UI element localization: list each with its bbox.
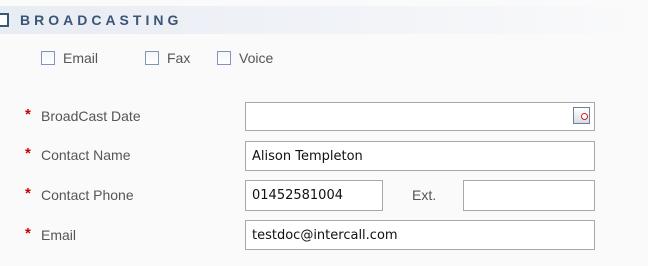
contact-name-input[interactable]: Alison Templeton xyxy=(245,141,595,171)
checkbox-fax-group: Fax xyxy=(145,50,190,66)
contact-phone-input[interactable]: 01452581004 xyxy=(245,180,383,211)
required-marker: * xyxy=(25,225,31,242)
checkbox-email-group: Email xyxy=(41,50,98,66)
broadcast-date-label: BroadCast Date xyxy=(41,108,141,124)
contact-name-label: Contact Name xyxy=(41,147,131,163)
email-input[interactable]: testdoc@intercall.com xyxy=(245,220,595,250)
required-marker: * xyxy=(25,106,31,123)
checkbox-fax[interactable] xyxy=(145,51,159,65)
email-label: Email xyxy=(41,227,77,243)
broadcast-date-input[interactable] xyxy=(245,102,595,131)
checkbox-email[interactable] xyxy=(41,51,55,65)
section-header: BROADCASTING xyxy=(0,6,648,34)
calendar-icon[interactable] xyxy=(573,107,590,124)
section-title: BROADCASTING xyxy=(20,12,183,28)
checkbox-voice[interactable] xyxy=(217,51,231,65)
broadcasting-panel: BROADCASTING Email Fax Voice * BroadCast… xyxy=(0,0,648,266)
checkbox-fax-label: Fax xyxy=(167,50,191,66)
checkbox-voice-group: Voice xyxy=(217,50,273,66)
ext-input[interactable] xyxy=(463,180,595,211)
collapse-icon[interactable] xyxy=(0,13,9,27)
checkbox-email-label: Email xyxy=(63,50,99,66)
ext-label: Ext. xyxy=(412,187,437,203)
checkbox-voice-label: Voice xyxy=(239,50,274,66)
required-marker: * xyxy=(25,185,31,202)
required-marker: * xyxy=(25,145,31,162)
contact-phone-label: Contact Phone xyxy=(41,187,134,203)
